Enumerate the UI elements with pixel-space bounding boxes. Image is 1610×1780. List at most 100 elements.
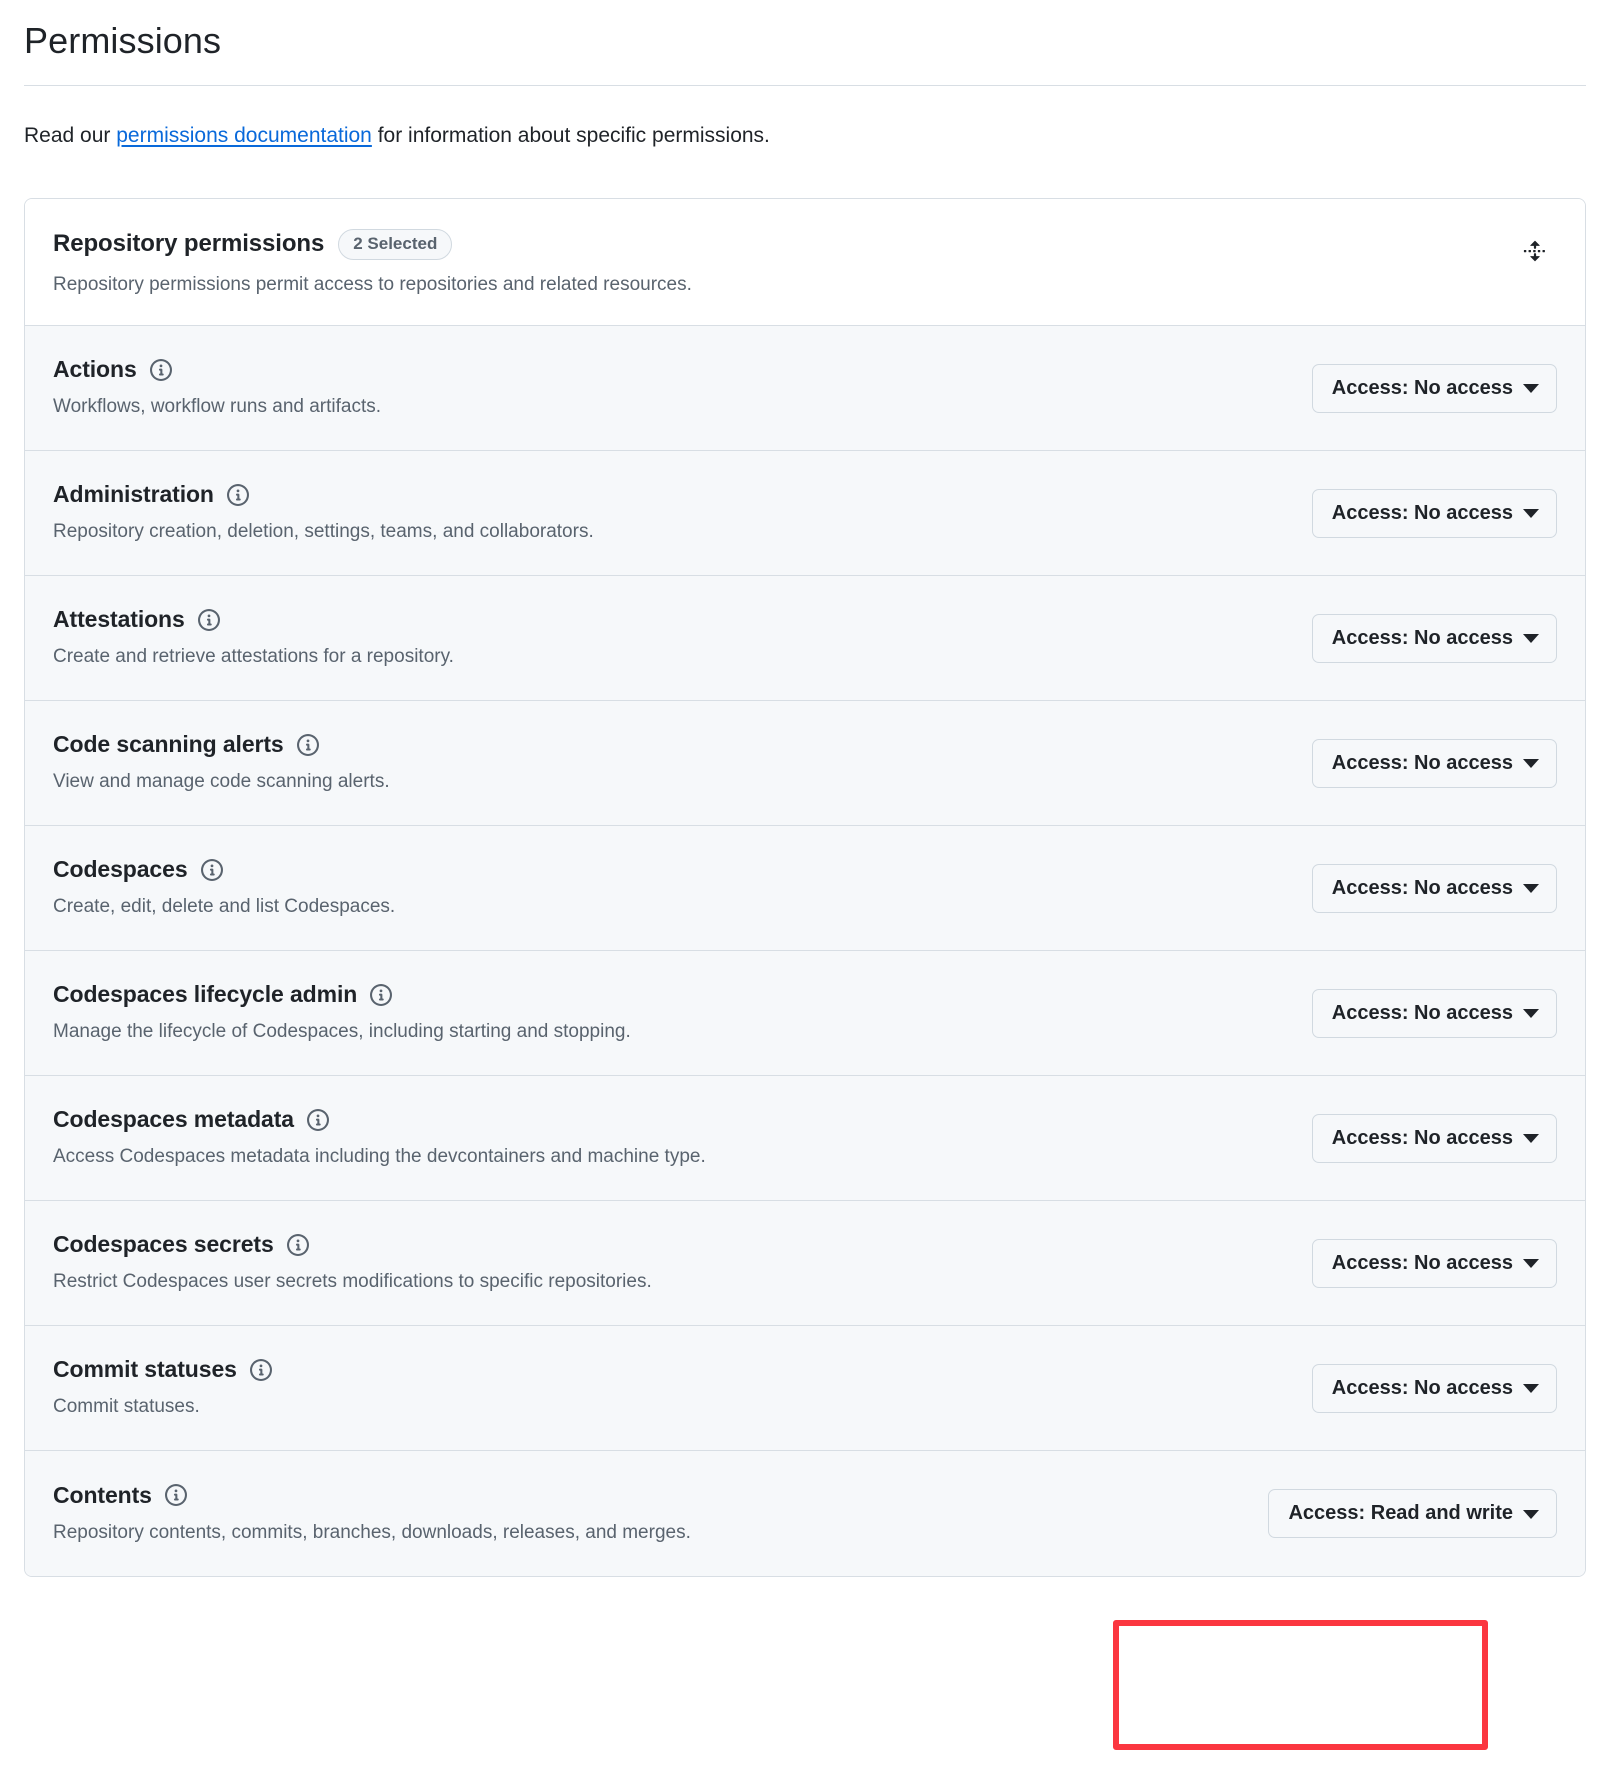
- card-header-left: Repository permissions 2 Selected Reposi…: [53, 228, 1517, 300]
- table-row: Contents Repository contents, commits, b…: [25, 1451, 1585, 1577]
- intro-text-after: for information about specific permissio…: [371, 124, 770, 147]
- access-dropdown-label: Access: No access: [1331, 1126, 1513, 1149]
- permission-name-row: Codespaces: [53, 855, 1288, 884]
- repository-permissions-card: Repository permissions 2 Selected Reposi…: [24, 197, 1586, 1578]
- permission-text: Attestations Create and retrieve attesta…: [53, 605, 1288, 671]
- info-icon[interactable]: [286, 1233, 310, 1257]
- access-dropdown[interactable]: Access: No access: [1311, 1363, 1557, 1413]
- access-dropdown-label: Access: No access: [1331, 501, 1513, 524]
- access-dropdown-label: Access: No access: [1331, 1001, 1513, 1024]
- permission-text: Codespaces metadata Access Codespaces me…: [53, 1105, 1288, 1171]
- info-icon[interactable]: [200, 858, 224, 882]
- info-icon[interactable]: [296, 733, 320, 757]
- info-icon[interactable]: [306, 1108, 330, 1132]
- chevron-down-icon: [1523, 634, 1539, 644]
- permission-text: Administration Repository creation, dele…: [53, 480, 1288, 546]
- card-header: Repository permissions 2 Selected Reposi…: [25, 198, 1585, 327]
- permission-name-row: Codespaces metadata: [53, 1105, 1288, 1134]
- info-icon[interactable]: [226, 483, 250, 507]
- access-dropdown-label: Access: No access: [1331, 876, 1513, 899]
- permission-name-row: Codespaces secrets: [53, 1230, 1288, 1259]
- permission-name: Attestations: [53, 606, 185, 633]
- permission-description: Repository contents, commits, branches, …: [53, 1521, 691, 1543]
- chevron-down-icon: [1523, 1509, 1539, 1519]
- access-dropdown[interactable]: Access: No access: [1311, 738, 1557, 788]
- access-dropdown[interactable]: Access: No access: [1311, 1238, 1557, 1288]
- chevron-down-icon: [1523, 1134, 1539, 1144]
- permission-text: Contents Repository contents, commits, b…: [53, 1481, 1244, 1547]
- access-dropdown[interactable]: Access: No access: [1311, 613, 1557, 663]
- permission-name: Actions: [53, 356, 137, 383]
- table-row: Code scanning alerts View and manage cod…: [25, 701, 1585, 827]
- permission-name: Administration: [53, 481, 214, 508]
- permission-description: Commit statuses.: [53, 1396, 200, 1418]
- permission-text: Codespaces secrets Restrict Codespaces u…: [53, 1230, 1288, 1296]
- permission-name: Contents: [53, 1481, 152, 1508]
- intro-text: Read our permissions documentation for i…: [24, 86, 1586, 152]
- fold-icon[interactable]: [1517, 233, 1553, 269]
- chevron-down-icon: [1523, 884, 1539, 894]
- permission-description: Create and retrieve attestations for a r…: [53, 646, 454, 668]
- permission-name-row: Actions: [53, 355, 1288, 384]
- card-subtitle: Repository permissions permit access to …: [53, 273, 692, 295]
- annotation-highlight-box: [1113, 1620, 1488, 1750]
- permission-name-row: Attestations: [53, 605, 1288, 634]
- permission-text: Codespaces lifecycle admin Manage the li…: [53, 980, 1288, 1046]
- selected-count-badge: 2 Selected: [338, 228, 453, 260]
- info-icon[interactable]: [197, 608, 221, 632]
- chevron-down-icon: [1523, 1259, 1539, 1269]
- permission-description: Access Codespaces metadata including the…: [53, 1146, 706, 1168]
- info-icon[interactable]: [369, 983, 393, 1007]
- permission-description: Manage the lifecycle of Codespaces, incl…: [53, 1021, 631, 1043]
- table-row: Attestations Create and retrieve attesta…: [25, 576, 1585, 702]
- permission-name-row: Commit statuses: [53, 1355, 1288, 1384]
- permission-description: Workflows, workflow runs and artifacts.: [53, 396, 382, 418]
- chevron-down-icon: [1523, 759, 1539, 769]
- permissions-page: Permissions Read our permissions documen…: [0, 0, 1610, 1578]
- permission-name-row: Contents: [53, 1481, 1244, 1510]
- chevron-down-icon: [1523, 509, 1539, 519]
- info-icon[interactable]: [164, 1483, 188, 1507]
- access-dropdown[interactable]: Access: No access: [1311, 1113, 1557, 1163]
- permission-name: Codespaces lifecycle admin: [53, 981, 358, 1008]
- card-title: Repository permissions: [53, 229, 325, 257]
- permission-name: Codespaces: [53, 856, 188, 883]
- permission-description: Repository creation, deletion, settings,…: [53, 521, 594, 543]
- permission-text: Actions Workflows, workflow runs and art…: [53, 355, 1288, 421]
- permissions-documentation-link[interactable]: permissions documentation: [116, 124, 372, 147]
- table-row: Codespaces secrets Restrict Codespaces u…: [25, 1201, 1585, 1327]
- permission-name: Code scanning alerts: [53, 731, 284, 758]
- card-title-row: Repository permissions 2 Selected: [53, 228, 1517, 260]
- table-row: Codespaces lifecycle admin Manage the li…: [25, 951, 1585, 1077]
- permission-name-row: Code scanning alerts: [53, 730, 1288, 759]
- contents-access-dropdown[interactable]: Access: Read and write: [1268, 1489, 1557, 1539]
- info-icon[interactable]: [149, 358, 173, 382]
- info-icon[interactable]: [249, 1358, 273, 1382]
- access-dropdown-label: Access: No access: [1331, 376, 1513, 399]
- permissions-list: Actions Workflows, workflow runs and art…: [25, 326, 1585, 1577]
- access-dropdown[interactable]: Access: No access: [1311, 988, 1557, 1038]
- permission-description: Create, edit, delete and list Codespaces…: [53, 896, 396, 918]
- table-row: Commit statuses Commit statuses. Access:…: [25, 1326, 1585, 1452]
- access-dropdown-label: Access: No access: [1331, 626, 1513, 649]
- access-dropdown-label: Access: No access: [1331, 751, 1513, 774]
- chevron-down-icon: [1523, 1384, 1539, 1394]
- permission-description: Restrict Codespaces user secrets modific…: [53, 1271, 652, 1293]
- chevron-down-icon: [1523, 384, 1539, 394]
- chevron-down-icon: [1523, 1009, 1539, 1019]
- permission-text: Code scanning alerts View and manage cod…: [53, 730, 1288, 796]
- permission-name-row: Codespaces lifecycle admin: [53, 980, 1288, 1009]
- access-dropdown[interactable]: Access: No access: [1311, 863, 1557, 913]
- page-title: Permissions: [24, 20, 222, 61]
- access-dropdown[interactable]: Access: No access: [1311, 488, 1557, 538]
- table-row: Codespaces Create, edit, delete and list…: [25, 826, 1585, 952]
- permission-description: View and manage code scanning alerts.: [53, 771, 390, 793]
- permission-name: Commit statuses: [53, 1356, 237, 1383]
- permission-name: Codespaces metadata: [53, 1106, 294, 1133]
- access-dropdown-label: Access: Read and write: [1288, 1502, 1513, 1525]
- intro-text-before: Read our: [24, 124, 117, 147]
- table-row: Codespaces metadata Access Codespaces me…: [25, 1076, 1585, 1202]
- table-row: Actions Workflows, workflow runs and art…: [25, 326, 1585, 452]
- access-dropdown[interactable]: Access: No access: [1311, 363, 1557, 413]
- access-dropdown-label: Access: No access: [1331, 1376, 1513, 1399]
